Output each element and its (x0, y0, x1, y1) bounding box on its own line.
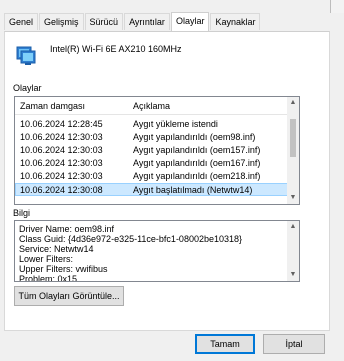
event-description: Aygıt yükleme istendi (133, 119, 218, 129)
info-textbox[interactable]: Driver Name: oem98.inf Class Guid: {4d36… (14, 220, 300, 282)
event-row[interactable]: 10.06.2024 12:30:03 Aygıt yapılandırıldı… (15, 157, 288, 170)
event-row[interactable]: 10.06.2024 12:30:03 Aygıt yapılandırıldı… (15, 131, 288, 144)
info-line: Driver Name: oem98.inf (19, 224, 115, 234)
event-row[interactable]: 10.06.2024 12:30:03 Aygıt yapılandırıldı… (15, 170, 288, 183)
tab-driver[interactable]: Sürücü (84, 13, 124, 30)
ok-button[interactable]: Tamam (195, 334, 255, 354)
scroll-up-icon[interactable]: ▲ (287, 97, 299, 109)
event-timestamp: 10.06.2024 12:28:45 (20, 119, 103, 129)
scroll-up-icon[interactable]: ▲ (287, 221, 299, 233)
event-description: Aygıt başlatılmadı (Netwtw14) (133, 185, 253, 195)
tab-details[interactable]: Ayrıntılar (124, 13, 170, 30)
column-header-timestamp[interactable]: Zaman damgası (20, 101, 85, 111)
network-adapter-icon (16, 46, 36, 65)
event-timestamp: 10.06.2024 12:30:03 (20, 145, 103, 155)
column-header-description[interactable]: Açıklama (133, 101, 170, 111)
event-timestamp: 10.06.2024 12:30:08 (20, 185, 103, 195)
info-line: Service: Netwtw14 (19, 244, 94, 254)
event-row-selected[interactable]: 10.06.2024 12:30:08 Aygıt başlatılmadı (… (15, 183, 288, 196)
event-timestamp: 10.06.2024 12:30:03 (20, 171, 103, 181)
events-section-label: Olaylar (13, 83, 42, 93)
scroll-down-icon[interactable]: ▼ (287, 269, 299, 281)
info-line: Upper Filters: vwifibus (19, 264, 108, 274)
device-name: Intel(R) Wi-Fi 6E AX210 160MHz (50, 44, 182, 54)
events-list[interactable]: Zaman damgası Açıklama 10.06.2024 12:28:… (14, 96, 300, 205)
tab-bar: Genel Gelişmiş Sürücü Ayrıntılar Olaylar… (4, 12, 261, 31)
events-scrollbar[interactable]: ▲ ▼ (287, 97, 299, 204)
event-timestamp: 10.06.2024 12:30:03 (20, 158, 103, 168)
event-description: Aygıt yapılandırıldı (oem167.inf) (133, 158, 261, 168)
tab-advanced[interactable]: Gelişmiş (39, 13, 84, 30)
event-description: Aygıt yapılandırıldı (oem98.inf) (133, 132, 256, 142)
event-row[interactable]: 10.06.2024 12:28:45 Aygıt yükleme istend… (15, 118, 288, 131)
info-line: Lower Filters: (19, 254, 74, 264)
window-edge (330, 0, 344, 13)
tab-events[interactable]: Olaylar (170, 12, 210, 31)
event-description: Aygıt yapılandırıldı (oem157.inf) (133, 145, 261, 155)
info-scrollbar[interactable]: ▲ ▼ (287, 221, 299, 281)
info-line: Class Guid: {4d36e972-e325-11ce-bfc1-080… (19, 234, 243, 244)
tab-general[interactable]: Genel (4, 13, 39, 30)
events-tab-panel: Intel(R) Wi-Fi 6E AX210 160MHz Olaylar Z… (4, 31, 330, 331)
event-description: Aygıt yapılandırıldı (oem218.inf) (133, 171, 261, 181)
info-line: Problem: 0x15 (19, 274, 78, 282)
cancel-button[interactable]: İptal (263, 334, 325, 354)
info-section-label: Bilgi (13, 208, 31, 218)
scrollbar-thumb[interactable] (290, 119, 296, 157)
events-list-header: Zaman damgası Açıklama (15, 97, 288, 115)
tab-resources[interactable]: Kaynaklar (210, 13, 261, 30)
event-timestamp: 10.06.2024 12:30:03 (20, 132, 103, 142)
scroll-down-icon[interactable]: ▼ (287, 192, 299, 204)
event-row[interactable]: 10.06.2024 12:30:03 Aygıt yapılandırıldı… (15, 144, 288, 157)
view-all-events-button[interactable]: Tüm Olayları Görüntüle... (14, 286, 124, 306)
